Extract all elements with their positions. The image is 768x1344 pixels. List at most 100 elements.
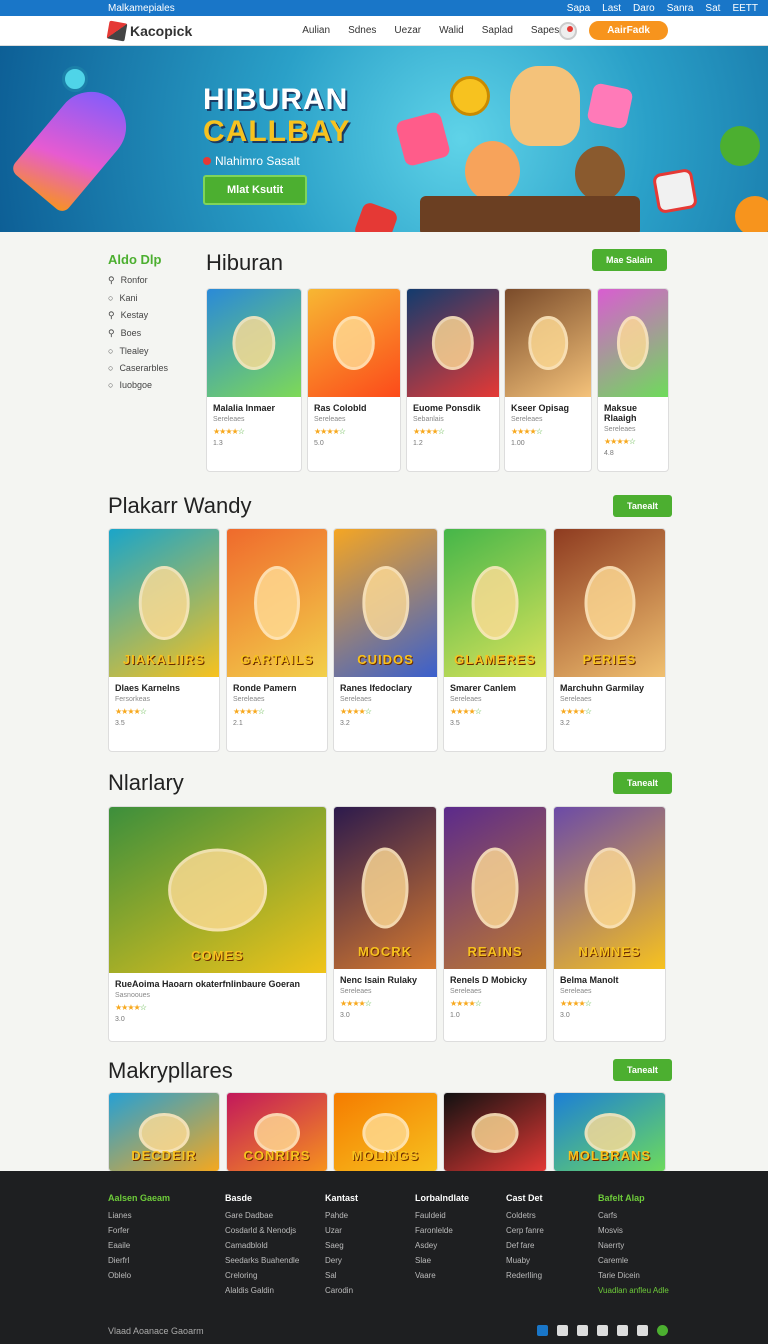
nav-link[interactable]: Uezar: [394, 25, 421, 36]
footer-link[interactable]: Forfer: [108, 1226, 170, 1235]
footer-link[interactable]: Muaby: [506, 1256, 544, 1265]
game-card[interactable]: Malalia Inmaer Sereleaes ★★★★☆ 1.3: [206, 288, 302, 472]
notification-icon[interactable]: [559, 21, 578, 40]
game-thumbnail[interactable]: JIAKALIIRS: [109, 529, 219, 677]
footer-link[interactable]: Fauldeid: [415, 1211, 469, 1220]
game-thumbnail[interactable]: MOCRK: [334, 807, 436, 969]
nav-link[interactable]: Walid: [439, 25, 464, 36]
game-thumbnail[interactable]: [444, 1093, 546, 1171]
game-thumbnail[interactable]: MOLINGS: [334, 1093, 437, 1171]
footer-link[interactable]: Carfs: [598, 1211, 669, 1220]
game-card[interactable]: [443, 1092, 547, 1172]
game-thumbnail[interactable]: DECDEIR: [109, 1093, 219, 1171]
game-title[interactable]: RueAoima Haoarn okaterfnlinbaure Goeran: [115, 979, 320, 989]
game-thumbnail[interactable]: MOLBRANS: [554, 1093, 665, 1171]
game-thumbnail[interactable]: CONRIRS: [227, 1093, 327, 1171]
game-thumbnail[interactable]: [207, 289, 301, 397]
nav-link[interactable]: Aulian: [302, 25, 330, 36]
apple-icon[interactable]: [617, 1325, 628, 1336]
footer-link[interactable]: Tarie Dicein: [598, 1271, 669, 1280]
game-card[interactable]: PERIES Marchuhn Garmilay Sereleaes ★★★★☆ 3.2: [553, 528, 666, 752]
game-thumbnail[interactable]: [308, 289, 400, 397]
game-thumbnail[interactable]: CUIDOS: [334, 529, 437, 677]
footer-link[interactable]: Gare Dadbae: [225, 1211, 299, 1220]
game-title[interactable]: Ranes Ifedoclary: [340, 683, 431, 693]
top-link[interactable]: Sapa: [567, 3, 590, 14]
facebook-icon[interactable]: [537, 1325, 548, 1336]
web-icon[interactable]: [597, 1325, 608, 1336]
game-card[interactable]: MOCRK Nenc Isain Rulaky Sereleaes ★★★★☆ 3.0: [333, 806, 437, 1042]
footer-link[interactable]: Cerp fanre: [506, 1226, 544, 1235]
game-thumbnail[interactable]: COMES: [109, 807, 326, 973]
sidebar-item[interactable]: ○ Tlealey: [108, 346, 198, 356]
sidebar-item[interactable]: ⚲ Ronfor: [108, 275, 198, 286]
nav-link[interactable]: Sdnes: [348, 25, 376, 36]
footer-link[interactable]: Dierfrl: [108, 1256, 170, 1265]
footer-link[interactable]: Lianes: [108, 1211, 170, 1220]
sidebar-item[interactable]: ○ Caserarbles: [108, 363, 198, 373]
game-card[interactable]: MOLINGS: [333, 1092, 438, 1172]
footer-link[interactable]: Mosvis: [598, 1226, 669, 1235]
footer-link[interactable]: Dery: [325, 1256, 358, 1265]
section-more-button[interactable]: Tanealt: [613, 772, 672, 794]
top-link[interactable]: Sat: [705, 3, 720, 14]
store-icon[interactable]: [637, 1325, 648, 1336]
game-card[interactable]: Ras Colobld Sereleaes ★★★★☆ 5.0: [307, 288, 401, 472]
game-card[interactable]: CONRIRS: [226, 1092, 328, 1172]
footer-link[interactable]: Vaare: [415, 1271, 469, 1280]
top-link[interactable]: Sanra: [667, 3, 694, 14]
game-title[interactable]: Renels D Mobicky: [450, 975, 540, 985]
game-title[interactable]: Dlaes Karnelns: [115, 683, 213, 693]
instagram-icon[interactable]: [557, 1325, 568, 1336]
footer-link[interactable]: Slae: [415, 1256, 469, 1265]
footer-link[interactable]: Pahde: [325, 1211, 358, 1220]
game-thumbnail[interactable]: [505, 289, 591, 397]
game-title[interactable]: Malalia Inmaer: [213, 403, 295, 413]
footer-link[interactable]: Rederlling: [506, 1271, 544, 1280]
hero-cta-button[interactable]: Mlat Ksutit: [203, 175, 308, 205]
sidebar-item[interactable]: ○ Iuobgoe: [108, 380, 198, 390]
footer-link[interactable]: Oblelo: [108, 1271, 170, 1280]
footer-link[interactable]: Creloring: [225, 1271, 299, 1280]
section-more-button[interactable]: Tanealt: [613, 495, 672, 517]
game-title[interactable]: Maksue Rlaaigh: [604, 403, 662, 423]
footer-link[interactable]: Coldetrs: [506, 1211, 544, 1220]
section-more-button[interactable]: Tanealt: [613, 1059, 672, 1081]
game-card[interactable]: NAMNES Belma Manolt Sereleaes ★★★★☆ 3.0: [553, 806, 666, 1042]
top-link[interactable]: Last: [602, 3, 621, 14]
footer-link[interactable]: Def fare: [506, 1241, 544, 1250]
game-thumbnail[interactable]: [598, 289, 668, 397]
game-card[interactable]: Maksue Rlaaigh Sereleaes ★★★★☆ 4.8: [597, 288, 669, 472]
game-card[interactable]: MOLBRANS: [553, 1092, 666, 1172]
top-link[interactable]: Daro: [633, 3, 655, 14]
footer-link[interactable]: Asdey: [415, 1241, 469, 1250]
game-card[interactable]: COMES RueAoima Haoarn okaterfnlinbaure Go…: [108, 806, 327, 1042]
sidebar-item[interactable]: ○ Kani: [108, 293, 198, 303]
game-card[interactable]: Euome Ponsdik Sebanlais ★★★★☆ 1.2: [406, 288, 500, 472]
android-icon[interactable]: [577, 1325, 588, 1336]
footer-link[interactable]: Uzar: [325, 1226, 358, 1235]
footer-link[interactable]: Seedarks Buahendle: [225, 1256, 299, 1265]
play-icon[interactable]: [657, 1325, 668, 1336]
site-logo[interactable]: Kacopick: [106, 20, 192, 41]
game-title[interactable]: Smarer Canlem: [450, 683, 540, 693]
sidebar-item[interactable]: ⚲ Kestay: [108, 310, 198, 321]
footer-link[interactable]: Sal: [325, 1271, 358, 1280]
game-thumbnail[interactable]: GLAMERES: [444, 529, 546, 677]
footer-link[interactable]: Vuadlan anfleu Adle: [598, 1286, 669, 1295]
game-title[interactable]: Nenc Isain Rulaky: [340, 975, 430, 985]
footer-link[interactable]: Naerrty: [598, 1241, 669, 1250]
game-card[interactable]: Kseer Opisag Sereleaes ★★★★☆ 1.00: [504, 288, 592, 472]
game-title[interactable]: Ronde Pamern: [233, 683, 321, 693]
game-title[interactable]: Ras Colobld: [314, 403, 394, 413]
footer-link[interactable]: Eaaile: [108, 1241, 170, 1250]
game-thumbnail[interactable]: [407, 289, 499, 397]
footer-link[interactable]: Caremle: [598, 1256, 669, 1265]
game-thumbnail[interactable]: GARTAILS: [227, 529, 327, 677]
game-title[interactable]: Kseer Opisag: [511, 403, 585, 413]
game-thumbnail[interactable]: REAINS: [444, 807, 546, 969]
game-card[interactable]: DECDEIR: [108, 1092, 220, 1172]
game-card[interactable]: JIAKALIIRS Dlaes Karnelns Fersorkeas ★★★★☆ 3…: [108, 528, 220, 752]
nav-link[interactable]: Saplad: [482, 25, 513, 36]
footer-link[interactable]: Camadblold: [225, 1241, 299, 1250]
